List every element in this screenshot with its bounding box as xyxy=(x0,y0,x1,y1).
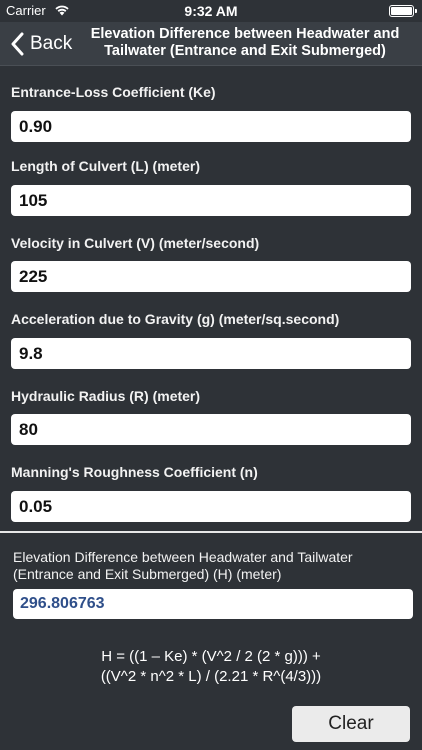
page-title-line2: Tailwater (Entrance and Exit Submerged) xyxy=(104,43,386,59)
back-button[interactable]: Back xyxy=(10,30,72,58)
radius-label: Hydraulic Radius (R) (meter) xyxy=(11,388,201,404)
navigation-bar: Back Elevation Difference between Headwa… xyxy=(0,22,422,66)
formula-line1: H = ((1 – Ke) * (V^2 / 2 (2 * g))) + xyxy=(101,648,321,665)
roughness-input[interactable] xyxy=(11,491,411,522)
section-divider xyxy=(0,531,422,533)
battery-icon xyxy=(389,5,417,17)
page-title-line1: Elevation Difference between Headwater a… xyxy=(90,26,400,42)
clear-button[interactable]: Clear xyxy=(292,706,410,742)
page-title: Elevation Difference between Headwater a… xyxy=(78,26,412,60)
length-input[interactable] xyxy=(11,185,411,216)
velocity-label: Velocity in Culvert (V) (meter/second) xyxy=(11,235,260,251)
result-label: Elevation Difference between Headwater a… xyxy=(13,549,413,583)
ke-input[interactable] xyxy=(11,111,411,142)
back-label: Back xyxy=(30,33,73,54)
ke-label: Entrance-Loss Coefficient (Ke) xyxy=(11,84,216,100)
result-output: 296.806763 xyxy=(13,589,413,619)
status-time: 9:32 AM xyxy=(184,3,238,19)
status-bar: Carrier 9:32 AM xyxy=(0,0,422,22)
chevron-left-icon xyxy=(11,32,24,56)
gravity-input[interactable] xyxy=(11,338,411,369)
formula-line2: ((V^2 * n^2 * L) / (2.21 * R^(4/3))) xyxy=(100,668,322,685)
radius-input[interactable] xyxy=(11,414,411,445)
velocity-input[interactable] xyxy=(11,261,411,292)
roughness-label: Manning's Roughness Coefficient (n) xyxy=(11,464,258,480)
result-label-line2: (Entrance and Exit Submerged) (H) (meter… xyxy=(13,566,282,582)
formula-text: H = ((1 – Ke) * (V^2 / 2 (2 * g))) + ((V… xyxy=(0,647,422,687)
length-label: Length of Culvert (L) (meter) xyxy=(11,158,200,174)
gravity-label: Acceleration due to Gravity (g) (meter/s… xyxy=(11,311,340,327)
result-label-line1: Elevation Difference between Headwater a… xyxy=(13,549,353,565)
